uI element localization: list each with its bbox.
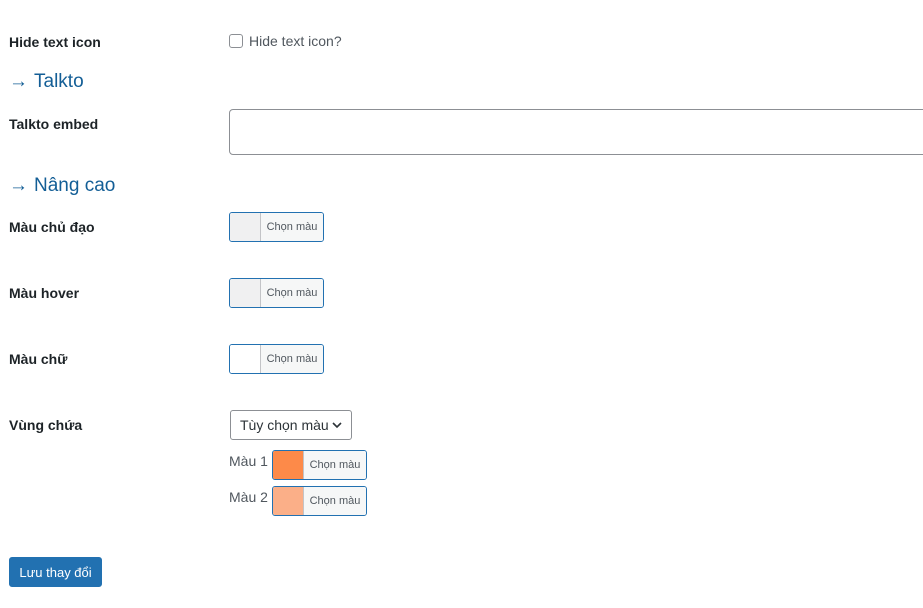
arrow-right-icon: → [9,175,28,196]
primary-color-picker-label: Chọn màu [261,213,323,241]
color-2-picker-button[interactable]: Chọn màu [272,486,367,516]
color-2-picker-label: Chọn màu [304,487,366,515]
hide-text-icon-checkbox-label[interactable]: Hide text icon? [249,33,342,49]
color-1-picker-button[interactable]: Chọn màu [272,450,367,480]
color-2-swatch [273,487,304,515]
hover-color-label: Màu hover [9,285,80,301]
chevron-down-icon [332,422,342,429]
section-title-talkto-text: Talkto [34,71,84,92]
text-color-swatch [230,345,261,373]
hover-color-picker-button[interactable]: Chọn màu [229,278,324,308]
color-1-picker-label: Chọn màu [304,451,366,479]
primary-color-swatch [230,213,261,241]
talkto-embed-label: Talkto embed [9,116,99,132]
text-color-picker-button[interactable]: Chọn màu [229,344,324,374]
text-color-label: Màu chữ [9,351,68,367]
hide-text-icon-checkbox[interactable] [229,34,243,48]
text-color-picker-label: Chọn màu [261,345,323,373]
hover-color-swatch [230,279,261,307]
container-label: Vùng chứa [9,417,83,433]
save-changes-button[interactable]: Lưu thay đổi [9,557,102,587]
arrow-right-icon: → [9,71,28,92]
hover-color-picker-label: Chọn màu [261,279,323,307]
color-1-label: Màu 1 [229,453,268,469]
container-color-select-value: Tùy chọn màu [240,417,329,433]
section-title-talkto: → Talkto [9,71,84,93]
talkto-embed-textarea[interactable] [229,109,923,155]
hide-text-icon-option[interactable]: Hide text icon? [229,33,342,49]
primary-color-picker-button[interactable]: Chọn màu [229,212,324,242]
container-color-select[interactable]: Tùy chọn màu [230,410,352,440]
section-title-advanced-text: Nâng cao [34,175,116,196]
section-title-advanced: → Nâng cao [9,175,115,197]
primary-color-label: Màu chủ đạo [9,219,95,235]
hide-text-icon-label: Hide text icon [9,34,101,50]
color-1-swatch [273,451,304,479]
color-2-label: Màu 2 [229,489,268,505]
